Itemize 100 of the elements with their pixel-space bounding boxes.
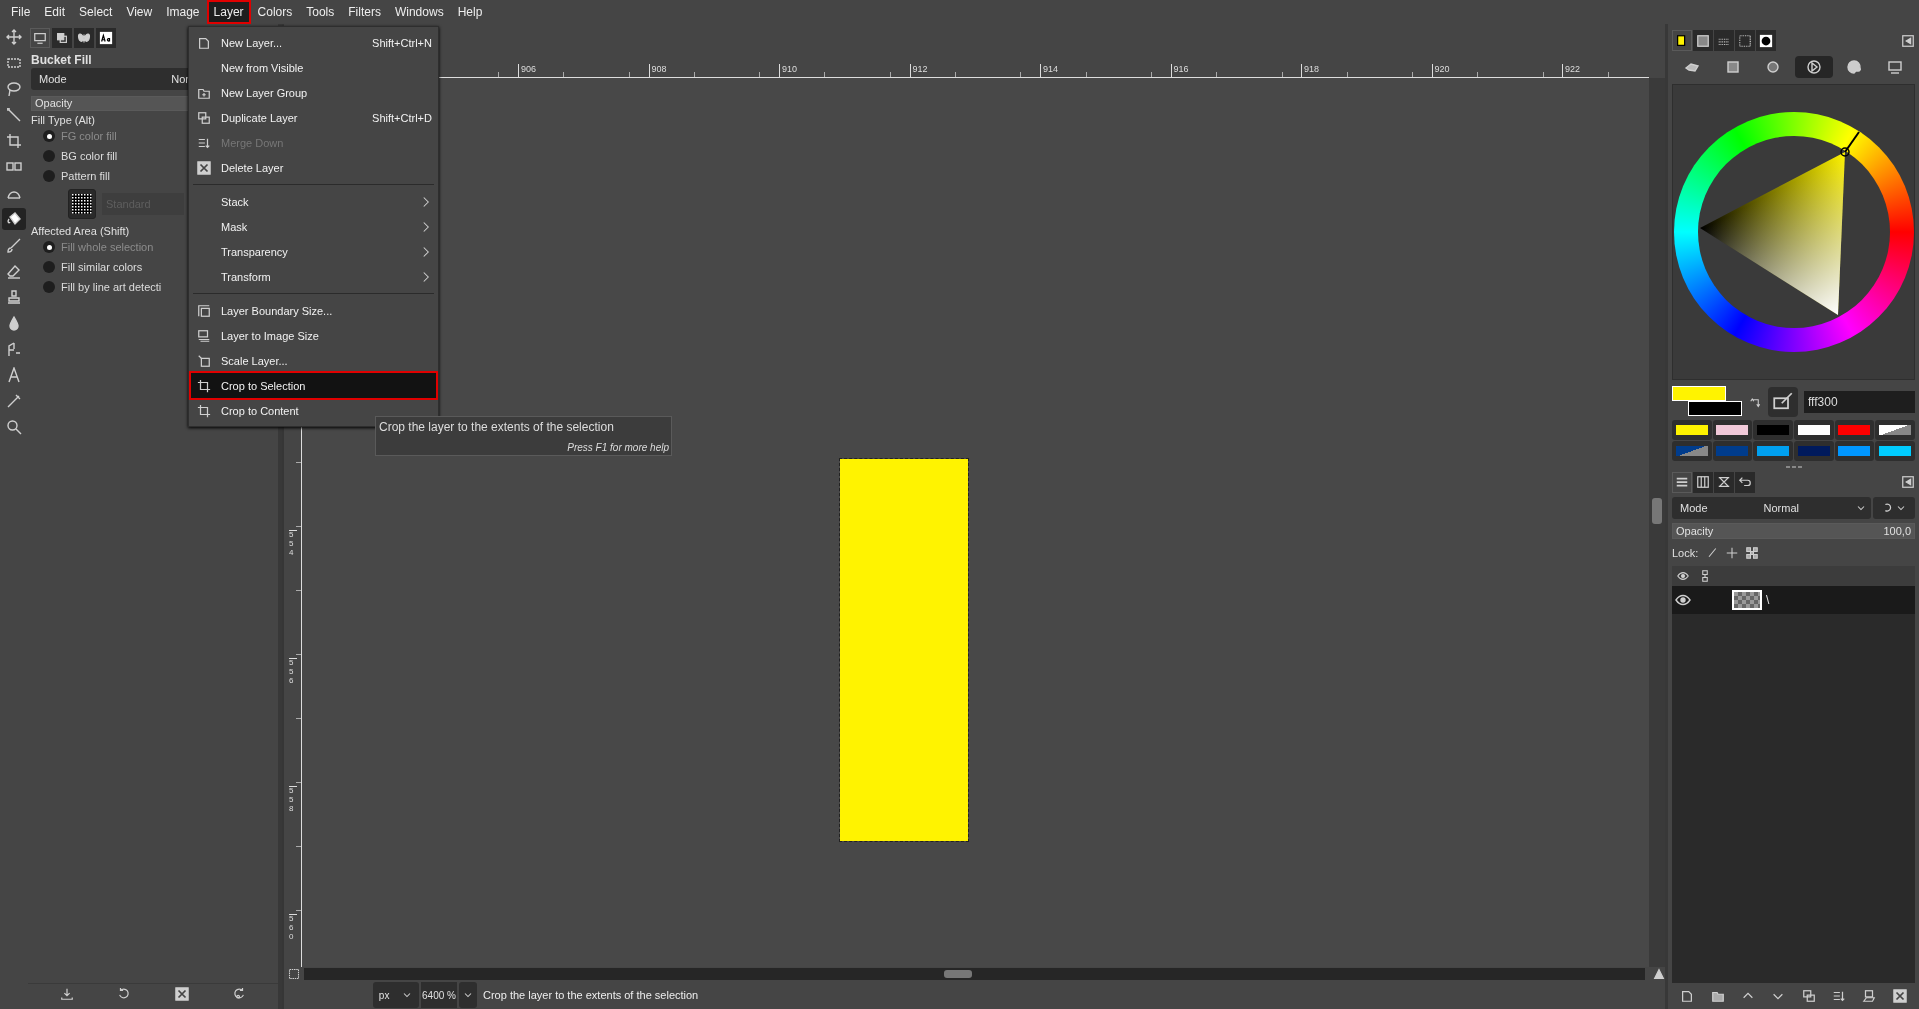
zoom-field[interactable]: 6400 % bbox=[421, 982, 457, 1008]
menu-entry[interactable]: Transform bbox=[191, 264, 436, 289]
color-swatch[interactable] bbox=[1875, 420, 1915, 440]
background-color[interactable] bbox=[1688, 401, 1742, 416]
crop-icon bbox=[197, 378, 211, 393]
layers-icon[interactable] bbox=[1672, 471, 1692, 493]
opacity-slider[interactable]: Opacity 100,0 bbox=[1672, 523, 1915, 539]
menu-item[interactable]: Windows bbox=[387, 0, 451, 24]
color-swatch[interactable] bbox=[1753, 420, 1793, 440]
color-swatch[interactable] bbox=[1794, 441, 1834, 461]
radio-button[interactable] bbox=[43, 150, 55, 162]
radio-button[interactable] bbox=[43, 170, 55, 182]
eye-icon[interactable] bbox=[1677, 570, 1689, 582]
radio-button[interactable] bbox=[43, 281, 55, 293]
collapse-icon[interactable] bbox=[1901, 33, 1915, 48]
mask-icon[interactable] bbox=[1862, 989, 1877, 1003]
menu-entry[interactable]: Stack bbox=[191, 189, 436, 214]
brush-icon[interactable] bbox=[1706, 547, 1719, 559]
duplicate-icon[interactable] bbox=[1801, 989, 1816, 1003]
font-icon[interactable] bbox=[96, 28, 116, 48]
delete-icon[interactable] bbox=[174, 986, 189, 1001]
collapse-icon[interactable] bbox=[1901, 475, 1915, 489]
menu-item[interactable]: Filters bbox=[341, 0, 388, 24]
color-swatch[interactable] bbox=[1753, 441, 1793, 461]
color-swatch[interactable] bbox=[1875, 441, 1915, 461]
foreground-color[interactable] bbox=[1672, 386, 1726, 401]
menu-entry[interactable]: Transparency bbox=[191, 239, 436, 264]
undo-icon[interactable] bbox=[1735, 471, 1755, 493]
pattern-icon[interactable] bbox=[1714, 30, 1734, 51]
brush-grid-icon[interactable] bbox=[1735, 30, 1755, 51]
unit-dropdown[interactable]: px bbox=[373, 982, 419, 1008]
move-icon[interactable] bbox=[1726, 547, 1739, 559]
menu-entry[interactable]: Crop to Content bbox=[191, 398, 436, 423]
chain-icon[interactable] bbox=[1699, 570, 1711, 582]
scrollbar-thumb[interactable] bbox=[944, 970, 972, 978]
menu-entry[interactable]: New from Visible bbox=[191, 55, 436, 80]
radio-label[interactable]: Fill similar colors bbox=[61, 261, 143, 273]
restore-icon[interactable] bbox=[232, 986, 247, 1001]
merge-icon[interactable] bbox=[1832, 989, 1847, 1003]
radio-button[interactable] bbox=[43, 241, 55, 253]
menu-entry[interactable]: Mask bbox=[191, 214, 436, 239]
menu-entry[interactable]: New Layer Group bbox=[191, 80, 436, 105]
color-swatch[interactable] bbox=[1672, 420, 1712, 440]
mode-dropdown[interactable]: Mode Nor bbox=[31, 68, 189, 90]
layer-thumbnail bbox=[1732, 590, 1762, 610]
color-swatch[interactable] bbox=[1712, 441, 1753, 461]
swatch-icon[interactable] bbox=[1672, 30, 1692, 51]
radio-label[interactable]: Pattern fill bbox=[61, 170, 110, 182]
menu-entry[interactable]: New Layer... Shift+Ctrl+N bbox=[191, 30, 436, 55]
menu-item[interactable]: Tools bbox=[299, 0, 342, 24]
bucket-icon[interactable] bbox=[2, 208, 26, 230]
menu-entry[interactable]: Layer Boundary Size... bbox=[191, 298, 436, 323]
play-icon[interactable] bbox=[1794, 56, 1833, 78]
menu-entry[interactable]: Layer to Image Size bbox=[191, 323, 436, 348]
channels-icon[interactable] bbox=[1693, 471, 1713, 493]
menu-entry[interactable]: Delete Layer bbox=[191, 155, 436, 180]
swap-icon[interactable] bbox=[1750, 396, 1762, 408]
gradient-icon[interactable] bbox=[1693, 30, 1713, 51]
radio-button[interactable] bbox=[43, 261, 55, 273]
selection-toggle-icon[interactable] bbox=[288, 968, 300, 980]
color-swatch[interactable] bbox=[1834, 441, 1875, 461]
hex-field[interactable]: fff300 bbox=[1804, 391, 1915, 413]
menu-entry[interactable]: Duplicate Layer Shift+Ctrl+D bbox=[191, 105, 436, 130]
pattern-preview[interactable] bbox=[68, 189, 96, 219]
checker-icon[interactable] bbox=[1746, 547, 1759, 559]
color-swatch[interactable] bbox=[1712, 420, 1753, 440]
reset-icon[interactable] bbox=[117, 986, 132, 1001]
menu-item[interactable]: Layer bbox=[206, 0, 251, 24]
monitor-icon[interactable] bbox=[30, 28, 50, 48]
eyedropper-icon[interactable] bbox=[1768, 387, 1798, 417]
menu-item[interactable]: Colors bbox=[250, 0, 300, 24]
mode-dropdown[interactable]: Mode Normal bbox=[1672, 497, 1871, 519]
radio-label[interactable]: BG color fill bbox=[61, 150, 118, 162]
paths-icon[interactable] bbox=[1714, 471, 1734, 493]
butterfly-icon[interactable] bbox=[74, 28, 94, 48]
menu-item[interactable]: View bbox=[119, 0, 160, 24]
menu-entry[interactable]: Crop to Selection bbox=[191, 373, 436, 398]
menu-item[interactable]: Help bbox=[450, 0, 490, 24]
composite-dropdown[interactable] bbox=[1873, 497, 1915, 519]
save-icon[interactable] bbox=[59, 986, 74, 1001]
color-swatch[interactable] bbox=[1794, 420, 1834, 440]
menu-item[interactable]: File bbox=[4, 0, 38, 24]
new-layer-icon[interactable] bbox=[1680, 989, 1695, 1003]
color-swatch[interactable] bbox=[1672, 441, 1712, 461]
ruler-label: 556 bbox=[289, 658, 297, 686]
layer-row[interactable]: \ bbox=[1672, 586, 1915, 614]
menu-item[interactable]: Image bbox=[159, 0, 207, 24]
opacity-slider[interactable]: Opacity bbox=[31, 96, 189, 111]
delete-icon[interactable] bbox=[1892, 989, 1907, 1003]
menu-item[interactable]: Edit bbox=[37, 0, 73, 24]
eye-icon[interactable] bbox=[1675, 592, 1691, 608]
scrollbar-thumb[interactable] bbox=[1652, 498, 1662, 524]
folder-icon[interactable] bbox=[1710, 989, 1725, 1003]
menu-item[interactable]: Select bbox=[72, 0, 120, 24]
menu-entry[interactable]: Scale Layer... bbox=[191, 348, 436, 373]
layers-icon[interactable] bbox=[52, 28, 72, 48]
radio-button[interactable] bbox=[43, 130, 55, 142]
color-swatch[interactable] bbox=[1834, 420, 1875, 440]
radio-label[interactable]: Fill by line art detecti bbox=[61, 281, 162, 293]
zoom-dropdown[interactable] bbox=[459, 982, 477, 1008]
